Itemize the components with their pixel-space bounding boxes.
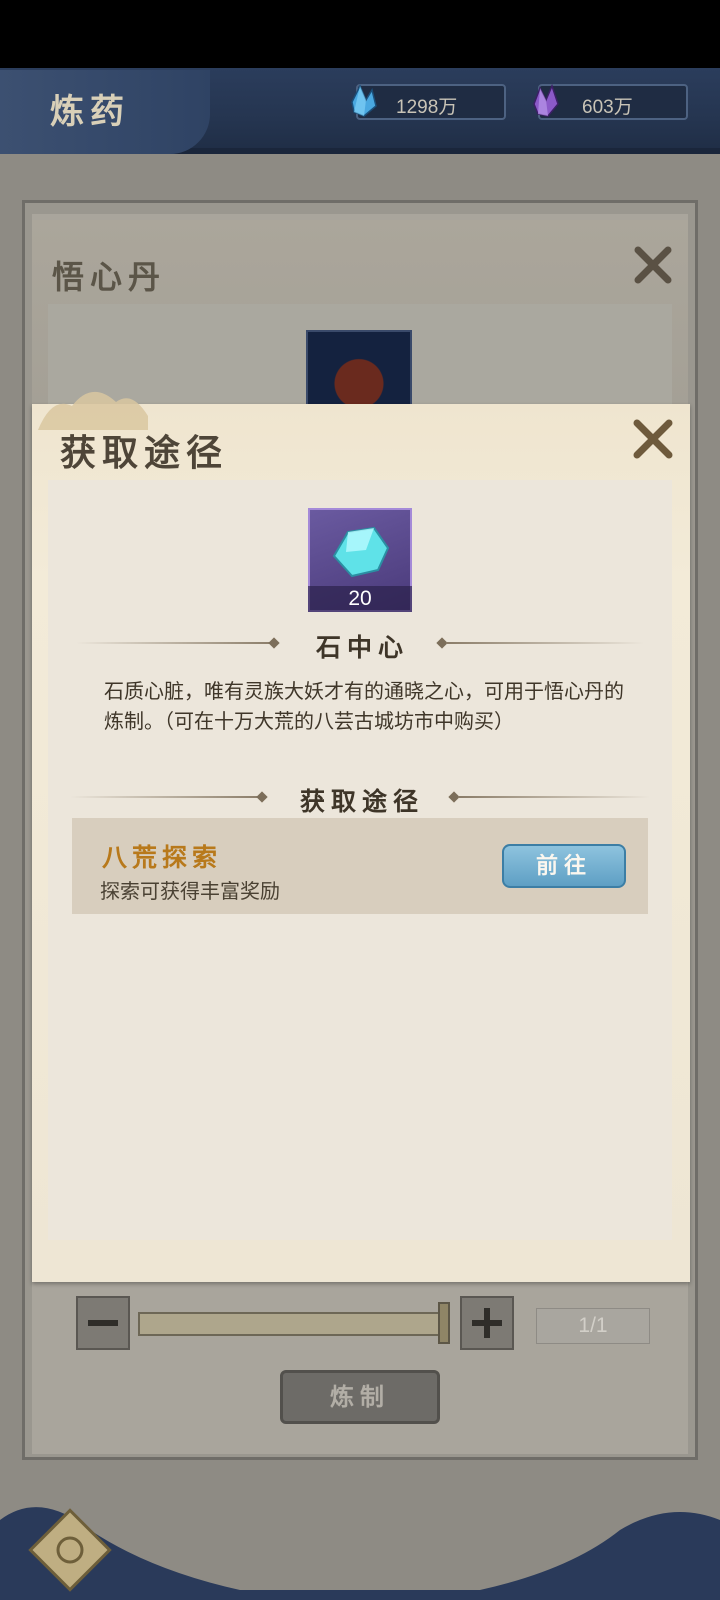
divider-left [70,796,262,798]
quantity-display: 1/1 [536,1308,650,1344]
decrease-button[interactable] [76,1296,130,1350]
craft-button[interactable]: 炼制 [280,1370,440,1424]
item-count: 20 [308,586,412,612]
item-description: 石质心脏，唯有灵族大妖才有的通晓之心，可用于悟心丹的炼制。（可在十万大荒的八芸古… [104,679,624,733]
quantity-slider[interactable] [138,1312,450,1336]
stone-heart-icon [332,526,390,578]
divider-right [446,642,644,644]
item-name: 石中心 [316,633,410,662]
source-name: 八荒探索 [102,843,223,872]
slider-thumb[interactable] [438,1302,450,1344]
divider-right [458,796,650,798]
currency-purple[interactable]: 603万 [533,83,688,120]
blue-crystal-icon [351,84,377,117]
section-title: 获取途径 [300,787,425,816]
close-icon[interactable] [630,416,676,462]
page-title: 炼药 [50,92,130,132]
go-button[interactable]: 前往 [502,844,626,888]
currency-purple-value: 603万 [582,97,633,118]
increase-button[interactable] [460,1296,514,1350]
background-dialog-title: 悟心丹 [52,258,167,296]
divider-left [76,642,274,644]
currency-blue-value: 1298万 [396,97,458,118]
background-close-icon[interactable] [632,244,674,286]
purple-crystal-icon [533,83,559,117]
minus-icon [88,1320,118,1326]
status-bar [0,0,720,68]
popup-title: 获取途径 [60,432,229,474]
menu-emblem-icon[interactable] [28,1508,112,1592]
currency-blue[interactable]: 1298万 [351,84,506,120]
plus-icon [472,1308,502,1338]
source-description: 探索可获得丰富奖励 [100,879,280,903]
